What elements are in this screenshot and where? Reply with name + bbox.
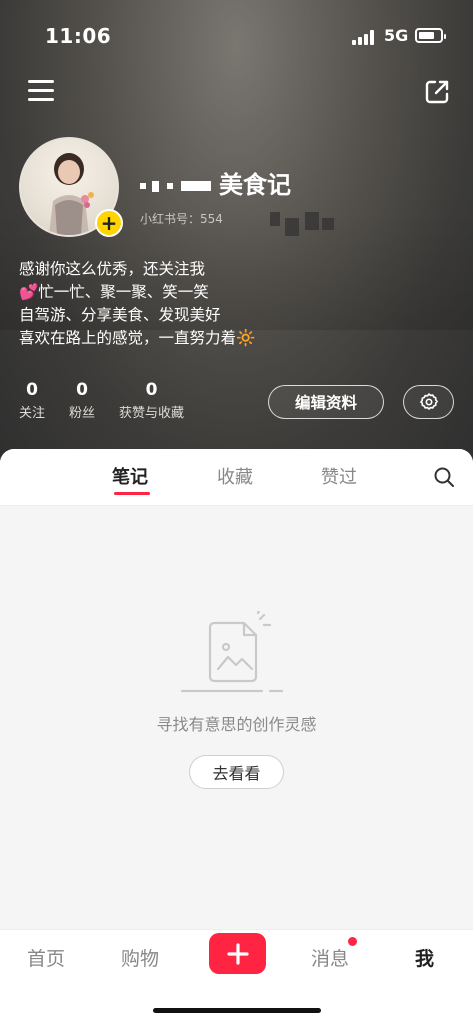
add-icon bbox=[226, 942, 249, 965]
status-time: 11:06 bbox=[45, 24, 112, 48]
edit-profile-button[interactable]: 编辑资料 bbox=[268, 385, 384, 419]
tab-collections[interactable]: 收藏 bbox=[217, 463, 253, 489]
stat-label: 粉丝 bbox=[69, 406, 96, 421]
avatar[interactable]: + bbox=[19, 137, 123, 237]
username: 美食记 bbox=[140, 165, 291, 200]
network-label: 5G bbox=[384, 26, 409, 45]
share-icon[interactable] bbox=[423, 78, 451, 106]
nav-shopping[interactable]: 购物 bbox=[121, 944, 159, 971]
empty-state-text: 寻找有意思的创作灵感 bbox=[156, 715, 317, 734]
home-indicator bbox=[153, 1008, 321, 1013]
stat-value: 0 bbox=[26, 380, 38, 400]
redaction-block bbox=[305, 212, 319, 230]
signal-icon bbox=[352, 29, 378, 45]
bio-line: 感谢你这么优秀，还关注我 bbox=[19, 260, 206, 278]
redaction-block bbox=[285, 218, 299, 236]
tab-notes[interactable]: 笔记 bbox=[112, 463, 148, 489]
stat-label: 获赞与收藏 bbox=[119, 406, 185, 421]
user-id: 小红书号：554 bbox=[140, 212, 223, 226]
stat-followers[interactable]: 0 粉丝 bbox=[69, 380, 95, 421]
stat-following[interactable]: 0 关注 bbox=[19, 380, 45, 421]
bio-line: 💕忙一忙、聚一聚、笑一笑 bbox=[19, 283, 209, 301]
add-icon: + bbox=[100, 211, 118, 235]
content-panel: 笔记 收藏 赞过 寻找有意思的创作灵感 去看看 bbox=[0, 449, 473, 929]
tab-liked[interactable]: 赞过 bbox=[321, 463, 357, 489]
tab-bar: 笔记 收藏 赞过 bbox=[0, 449, 473, 506]
post-button[interactable] bbox=[209, 933, 266, 974]
bio-line: 自驾游、分享美食、发现美好 bbox=[19, 306, 221, 324]
search-icon[interactable] bbox=[432, 465, 456, 489]
redaction-block bbox=[322, 218, 334, 230]
notification-dot bbox=[348, 937, 357, 946]
username-text: 美食记 bbox=[219, 171, 291, 199]
explore-button[interactable]: 去看看 bbox=[189, 755, 284, 789]
battery-icon bbox=[415, 28, 446, 43]
stat-value: 0 bbox=[145, 380, 158, 400]
settings-button[interactable] bbox=[403, 385, 454, 419]
settings-icon bbox=[419, 393, 438, 410]
stat-likes[interactable]: 0 获赞与收藏 bbox=[119, 380, 184, 421]
nav-home[interactable]: 首页 bbox=[27, 944, 65, 971]
stat-label: 关注 bbox=[19, 406, 46, 421]
redaction-block bbox=[270, 212, 280, 226]
nav-me[interactable]: 我 bbox=[415, 944, 434, 971]
stat-value: 0 bbox=[76, 380, 88, 400]
add-avatar-badge[interactable]: + bbox=[95, 209, 123, 237]
bio-line: 喜欢在路上的感觉，一直努力着🔆 bbox=[19, 329, 256, 347]
tab-active-indicator bbox=[114, 492, 150, 495]
bio: 感谢你这么优秀，还关注我 💕忙一忙、聚一聚、笑一笑 自驾游、分享美食、发现美好 … bbox=[19, 258, 255, 350]
nav-messages[interactable]: 消息 bbox=[311, 944, 349, 971]
status-bar: 11:06 5G bbox=[0, 24, 473, 52]
empty-image-icon bbox=[180, 609, 292, 701]
menu-icon[interactable] bbox=[28, 80, 56, 102]
